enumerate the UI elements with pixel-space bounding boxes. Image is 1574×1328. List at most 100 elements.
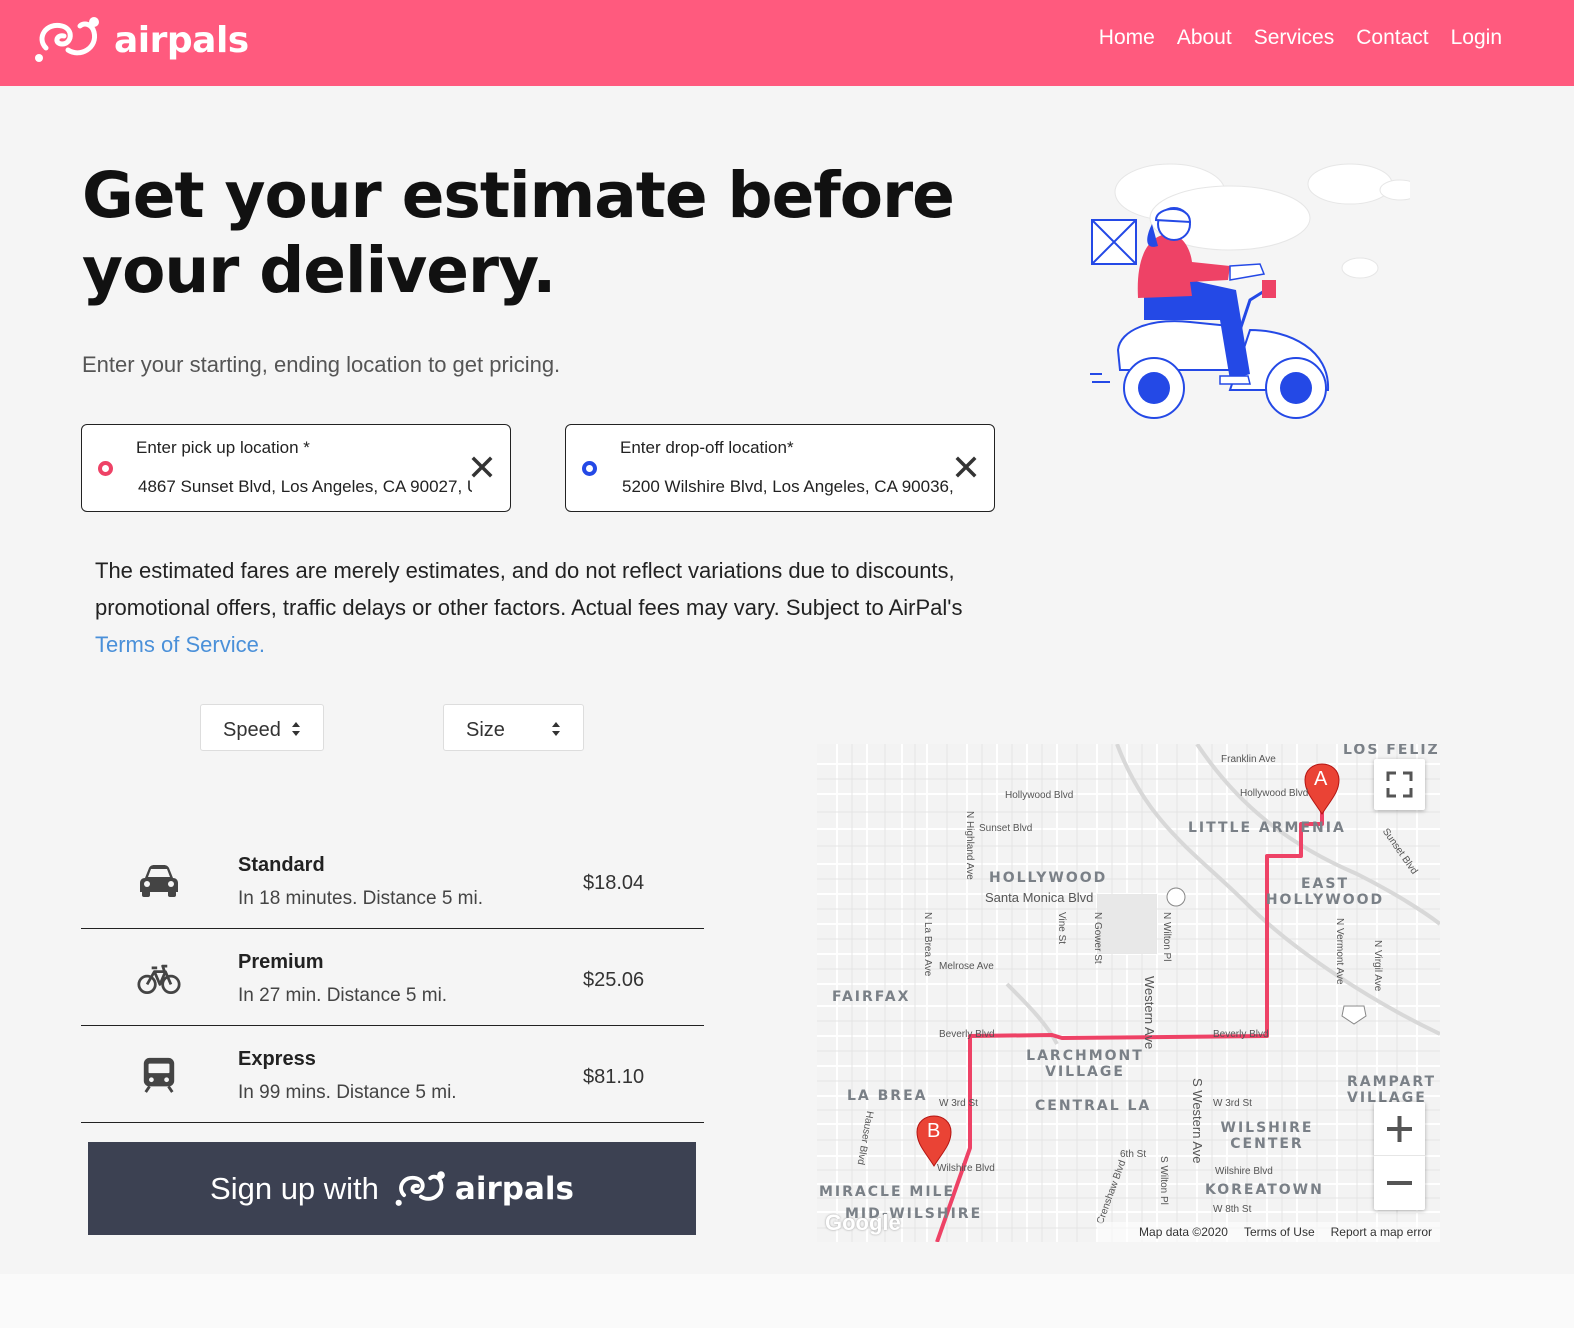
fare-option-premium[interactable]: Premium In 27 min. Distance 5 mi. $25.06 xyxy=(81,929,704,1026)
neighborhood-label: FAIRFAX xyxy=(832,989,911,1005)
street-label: W 3rd St xyxy=(1213,1098,1252,1109)
airpals-logo[interactable]: airpals xyxy=(32,14,249,66)
dropoff-dot-icon xyxy=(582,461,597,476)
signup-button[interactable]: Sign up with airpals xyxy=(88,1142,696,1235)
sort-arrows-icon xyxy=(552,722,560,736)
street-label: N Highland Ave xyxy=(964,811,975,880)
street-label: W 3rd St xyxy=(939,1098,978,1109)
fare-price: $81.10 xyxy=(583,1066,645,1088)
top-navbar: airpals Home About Services Contact Logi… xyxy=(0,0,1574,86)
fullscreen-icon xyxy=(1386,771,1413,798)
fare-name: Premium xyxy=(238,951,324,973)
clear-pickup-icon[interactable] xyxy=(470,455,494,479)
street-label: 6th St xyxy=(1120,1149,1147,1160)
pickup-location-field[interactable]: Enter pick up location * xyxy=(81,424,511,512)
dropoff-input[interactable] xyxy=(622,477,958,497)
pickup-dot-icon xyxy=(98,461,113,476)
neighborhood-label: EAST HOLLYWOOD xyxy=(1265,876,1385,908)
minus-icon xyxy=(1387,1181,1412,1185)
map-footer: Map data ©2020 Terms of Use Report a map… xyxy=(1097,1222,1440,1242)
zoom-in-button[interactable] xyxy=(1374,1102,1425,1156)
street-label: Western Ave xyxy=(1142,976,1157,1050)
dropoff-label: Enter drop-off location* xyxy=(620,438,794,457)
nav-login-link[interactable]: Login xyxy=(1451,26,1502,50)
zoom-control xyxy=(1374,1102,1425,1210)
map-terms-link[interactable]: Terms of Use xyxy=(1244,1225,1315,1239)
street-label: N Vermont Ave xyxy=(1334,918,1345,985)
neighborhood-label: WILSHIRE CENTER xyxy=(1220,1120,1314,1152)
street-label: N La Brea Ave xyxy=(922,912,933,977)
marker-b-label: B xyxy=(927,1120,941,1142)
delivery-scooter-illustration xyxy=(1090,163,1410,419)
sort-arrows-icon xyxy=(292,722,300,736)
route-map[interactable]: A B LOS FELIZ LITTLE ARMENIA HOLLYWOOD E… xyxy=(817,744,1440,1242)
zoom-out-button[interactable] xyxy=(1374,1156,1425,1210)
street-label: N Virgil Ave xyxy=(1372,940,1383,992)
page-subtitle: Enter your starting, ending location to … xyxy=(82,352,561,377)
dropoff-location-field[interactable]: Enter drop-off location* xyxy=(565,424,995,512)
signup-label: Sign up with xyxy=(210,1170,379,1206)
terms-of-service-link[interactable]: Terms of Service. xyxy=(95,632,265,657)
neighborhood-label: KOREATOWN xyxy=(1205,1182,1324,1198)
marker-a-label: A xyxy=(1314,768,1328,790)
fare-name: Standard xyxy=(238,854,325,876)
street-label: Hollywood Blvd xyxy=(1240,788,1309,799)
neighborhood-label: LITTLE ARMENIA xyxy=(1188,820,1346,836)
nav-services-link[interactable]: Services xyxy=(1254,26,1335,50)
street-label: Santa Monica Blvd xyxy=(985,890,1094,905)
fare-option-express[interactable]: Express In 99 mins. Distance 5 mi. $81.1… xyxy=(81,1026,704,1123)
neighborhood-label: MIRACLE MILE xyxy=(819,1184,956,1200)
neighborhood-label: CENTRAL LA xyxy=(1035,1098,1152,1114)
fare-detail: In 27 min. Distance 5 mi. xyxy=(238,985,448,1006)
report-map-error-link[interactable]: Report a map error xyxy=(1331,1225,1432,1239)
nav-contact-link[interactable]: Contact xyxy=(1356,26,1428,50)
neighborhood-label: LA BREA xyxy=(847,1088,928,1104)
car-icon xyxy=(140,865,178,897)
street-label: Hollywood Blvd xyxy=(1005,790,1074,801)
size-select[interactable]: Size xyxy=(443,704,584,751)
map-data-attribution: Map data ©2020 xyxy=(1139,1225,1228,1239)
street-label: Beverly Blvd xyxy=(1213,1029,1269,1040)
signup-brand: airpals xyxy=(454,1170,574,1207)
fare-price: $18.04 xyxy=(583,872,645,894)
google-logo[interactable]: Google xyxy=(825,1210,901,1236)
street-label: Melrose Ave xyxy=(939,961,994,972)
fullscreen-button[interactable] xyxy=(1374,759,1425,810)
neighborhood-label: LARCHMONT VILLAGE xyxy=(1026,1048,1144,1080)
fare-name: Express xyxy=(238,1048,316,1070)
street-label: Wilshire Blvd xyxy=(937,1163,995,1174)
logo-text: airpals xyxy=(114,19,249,61)
street-label: Vine St xyxy=(1056,912,1067,945)
street-label: S Western Ave xyxy=(1190,1078,1205,1164)
size-select-label: Size xyxy=(466,719,505,741)
speed-select-label: Speed xyxy=(223,719,281,741)
fare-detail: In 18 minutes. Distance 5 mi. xyxy=(238,888,483,909)
speed-select[interactable]: Speed xyxy=(200,704,324,751)
airpals-swirl-icon xyxy=(395,1170,445,1206)
nav-links: Home About Services Contact Login xyxy=(1099,26,1502,50)
street-label: Wilshire Blvd xyxy=(1215,1166,1273,1177)
clear-dropoff-icon[interactable] xyxy=(954,455,978,479)
plus-icon xyxy=(1387,1116,1412,1142)
neighborhood-label: HOLLYWOOD xyxy=(989,870,1108,886)
nav-about-link[interactable]: About xyxy=(1177,26,1232,50)
street-label: N Wilton Pl xyxy=(1161,912,1172,962)
street-label: N Gower St xyxy=(1092,912,1103,964)
train-icon xyxy=(143,1057,175,1093)
page-title: Get your estimate before your delivery. xyxy=(82,159,955,307)
street-label: S Wilton Pl xyxy=(1158,1156,1169,1205)
street-label: W 8th St xyxy=(1213,1204,1252,1215)
street-label: Sunset Blvd xyxy=(979,823,1033,834)
pickup-input[interactable] xyxy=(138,477,472,497)
fare-price: $25.06 xyxy=(583,969,645,991)
nav-home-link[interactable]: Home xyxy=(1099,26,1155,50)
fare-disclaimer: The estimated fares are merely estimates… xyxy=(95,552,995,663)
airpals-swirl-icon xyxy=(35,17,99,62)
page-footer xyxy=(0,1274,1574,1328)
disclaimer-text: The estimated fares are merely estimates… xyxy=(95,558,963,620)
neighborhood-label: LOS FELIZ xyxy=(1343,744,1440,758)
pickup-label: Enter pick up location * xyxy=(136,438,310,457)
fare-option-standard[interactable]: Standard In 18 minutes. Distance 5 mi. $… xyxy=(81,832,704,929)
street-label: Beverly Blvd xyxy=(939,1029,995,1040)
bicycle-icon xyxy=(137,964,181,995)
